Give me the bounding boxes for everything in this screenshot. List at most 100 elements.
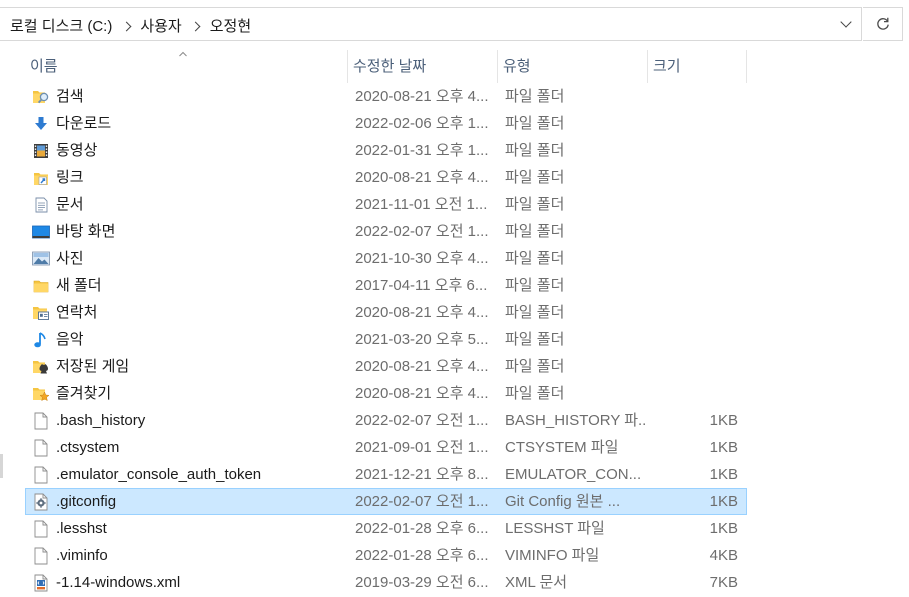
file-type: 파일 폴더 — [505, 169, 565, 186]
breadcrumb-users[interactable]: 사용자 — [138, 15, 183, 36]
breadcrumb-local-disk[interactable]: 로컬 디스크 (C:) — [8, 15, 114, 36]
folder-icon — [31, 272, 51, 299]
scroll-edge — [0, 454, 3, 478]
file-name: 링크 — [56, 169, 84, 186]
file-size: 1KB — [709, 412, 738, 429]
file-type: 파일 폴더 — [505, 88, 565, 105]
file-type: 파일 폴더 — [505, 250, 565, 267]
file-type: 파일 폴더 — [505, 331, 565, 348]
list-item[interactable]: .lesshst 2022-01-28 오후 6... LESSHST 파일 1KB — [25, 515, 747, 542]
file-date: 2022-01-31 오후 1... — [355, 142, 489, 159]
file-name: 새 폴더 — [56, 277, 102, 294]
column-header: 이름 수정한 날짜 유형 크기 — [25, 50, 747, 83]
refresh-button[interactable] — [863, 7, 903, 41]
breadcrumb-separator-icon[interactable] — [114, 18, 138, 33]
list-item[interactable]: .viminfo 2022-01-28 오후 6... VIMINFO 파일 4KB — [25, 542, 747, 569]
music-folder-icon — [31, 326, 51, 353]
list-item[interactable]: 사진 2021-10-30 오후 4... 파일 폴더 — [25, 245, 747, 272]
file-date: 2021-09-01 오전 1... — [355, 439, 489, 456]
file-type: 파일 폴더 — [505, 196, 565, 213]
file-date: 2020-08-21 오후 4... — [355, 88, 489, 105]
config-file-icon — [31, 489, 51, 514]
file-date: 2020-08-21 오후 4... — [355, 169, 489, 186]
file-name: 문서 — [56, 196, 84, 213]
breadcrumb-separator-icon[interactable] — [184, 18, 208, 33]
file-icon — [31, 407, 51, 434]
file-type: 파일 폴더 — [505, 385, 565, 402]
search-folder-icon — [31, 83, 51, 110]
address-box[interactable]: 로컬 디스크 (C:) 사용자 오정현 — [0, 7, 862, 41]
video-folder-icon — [31, 137, 51, 164]
file-date: 2021-10-30 오후 4... — [355, 250, 489, 267]
file-name: 저장된 게임 — [56, 358, 130, 375]
file-size: 7KB — [709, 574, 738, 591]
file-type: 파일 폴더 — [505, 142, 565, 159]
file-date: 2021-12-21 오후 8... — [355, 466, 489, 483]
file-date: 2021-11-01 오전 1... — [355, 196, 488, 213]
file-name: 즐겨찾기 — [56, 385, 112, 402]
list-item[interactable]: -1.14-windows.xml 2019-03-29 오전 6... XML 문… — [25, 569, 747, 596]
desktop-folder-icon — [31, 218, 51, 245]
list-item[interactable]: 문서 2021-11-01 오전 1... 파일 폴더 — [25, 191, 747, 218]
file-icon — [31, 542, 51, 569]
list-item[interactable]: 다운로드 2022-02-06 오후 1... 파일 폴더 — [25, 110, 747, 137]
column-divider[interactable] — [746, 50, 747, 83]
file-date: 2022-02-06 오후 1... — [355, 115, 489, 132]
file-rows: 검색 2020-08-21 오후 4... 파일 폴더 다운로드 2022-02-06 … — [25, 83, 747, 596]
file-type: LESSHST 파일 — [505, 520, 605, 537]
favorites-folder-icon — [31, 380, 51, 407]
list-item[interactable]: .bash_history 2022-02-07 오전 1... BASH_HIST… — [25, 407, 747, 434]
list-item-selected[interactable]: .gitconfig 2022-02-07 오전 1... Git Config 원… — [25, 488, 747, 515]
download-folder-icon — [31, 110, 51, 137]
list-item[interactable]: .emulator_console_auth_token 2021-12-21 오… — [25, 461, 747, 488]
list-item[interactable]: 저장된 게임 2020-08-21 오후 4... 파일 폴더 — [25, 353, 747, 380]
file-type: VIMINFO 파일 — [505, 547, 600, 564]
file-date: 2022-02-07 오전 1... — [355, 412, 489, 429]
list-item[interactable]: 검색 2020-08-21 오후 4... 파일 폴더 — [25, 83, 747, 110]
file-name: -1.14-windows.xml — [56, 574, 181, 591]
file-name: .gitconfig — [56, 493, 117, 510]
file-icon — [31, 515, 51, 542]
file-size: 1KB — [709, 493, 738, 510]
file-name: .lesshst — [56, 520, 107, 537]
file-type: Git Config 원본 ... — [505, 493, 621, 510]
list-item[interactable]: .ctsystem 2021-09-01 오전 1... CTSYSTEM 파일 1K… — [25, 434, 747, 461]
file-name: .bash_history — [56, 412, 146, 429]
list-item[interactable]: 즐겨찾기 2020-08-21 오후 4... 파일 폴더 — [25, 380, 747, 407]
list-item[interactable]: 동영상 2022-01-31 오후 1... 파일 폴더 — [25, 137, 747, 164]
list-item[interactable]: 연락처 2020-08-21 오후 4... 파일 폴더 — [25, 299, 747, 326]
breadcrumb-user-folder[interactable]: 오정현 — [208, 15, 253, 36]
chevron-down-icon — [840, 16, 852, 28]
file-name: .viminfo — [56, 547, 108, 564]
column-size[interactable]: 크기 — [648, 50, 747, 83]
list-item[interactable]: 새 폴더 2017-04-11 오후 6... 파일 폴더 — [25, 272, 747, 299]
file-type: CTSYSTEM 파일 — [505, 439, 619, 456]
column-date[interactable]: 수정한 날짜 — [348, 50, 498, 83]
file-type: 파일 폴더 — [505, 223, 565, 240]
file-name: 동영상 — [56, 142, 98, 159]
xml-file-icon — [31, 569, 51, 596]
list-item[interactable]: 바탕 화면 2022-02-07 오전 1... 파일 폴더 — [25, 218, 747, 245]
file-name: 다운로드 — [56, 115, 112, 132]
list-item[interactable]: 음악 2021-03-20 오후 5... 파일 폴더 — [25, 326, 747, 353]
file-size: 4KB — [709, 547, 738, 564]
file-type: EMULATOR_CON... — [505, 466, 642, 483]
contacts-folder-icon — [31, 299, 51, 326]
address-bar: 로컬 디스크 (C:) 사용자 오정현 — [0, 0, 909, 51]
file-list: 이름 수정한 날짜 유형 크기 검색 2020-08-21 오후 4... 파일 폴… — [25, 50, 747, 596]
file-name: .ctsystem — [56, 439, 120, 456]
file-date: 2022-02-07 오전 1... — [355, 223, 489, 240]
file-date: 2022-01-28 오후 6... — [355, 547, 489, 564]
file-date: 2022-01-28 오후 6... — [355, 520, 489, 537]
file-date: 2021-03-20 오후 5... — [355, 331, 489, 348]
column-name[interactable]: 이름 — [25, 50, 348, 83]
pictures-folder-icon — [31, 245, 51, 272]
file-name: 바탕 화면 — [56, 223, 116, 240]
file-date: 2019-03-29 오전 6... — [355, 574, 489, 591]
breadcrumb: 로컬 디스크 (C:) 사용자 오정현 — [8, 15, 253, 35]
column-type[interactable]: 유형 — [498, 50, 648, 83]
list-item[interactable]: 링크 2020-08-21 오후 4... 파일 폴더 — [25, 164, 747, 191]
file-size: 1KB — [709, 520, 738, 537]
file-date: 2020-08-21 오후 4... — [355, 358, 489, 375]
address-history-dropdown[interactable] — [831, 8, 861, 40]
